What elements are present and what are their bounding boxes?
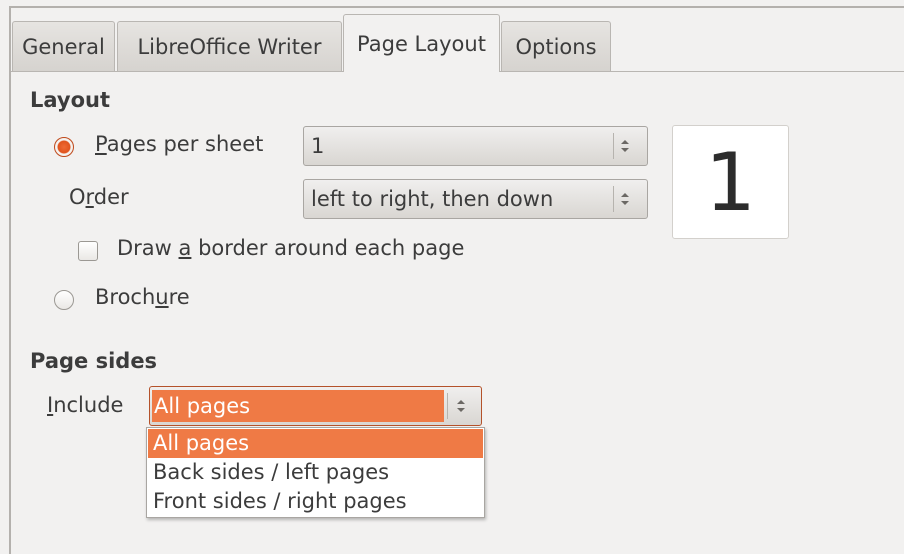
tab-label: Options <box>515 34 597 59</box>
order-select[interactable]: left to right, then down <box>303 179 648 219</box>
window-frame-left <box>9 6 11 554</box>
tab-label: LibreOffice Writer <box>137 34 322 59</box>
layout-section-title: Layout <box>30 88 111 112</box>
order-value: left to right, then down <box>311 187 554 211</box>
select-separator <box>447 393 448 419</box>
brochure-radio[interactable] <box>54 290 74 310</box>
tab-options[interactable]: Options <box>501 21 611 71</box>
pages-per-sheet-select[interactable]: 1 <box>303 126 648 166</box>
include-select[interactable]: All pages <box>149 386 482 426</box>
include-dropdown-list[interactable]: All pages Back sides / left pages Front … <box>146 427 485 518</box>
tab-label: Page Layout <box>357 31 486 56</box>
brochure-label[interactable]: Brochure <box>95 285 190 309</box>
window-frame-top <box>9 6 904 8</box>
order-label: Order <box>69 185 129 209</box>
include-label: Include <box>47 393 124 417</box>
spin-arrows-icon <box>453 393 469 419</box>
pages-per-sheet-label[interactable]: Pages per sheet <box>95 132 263 156</box>
spin-arrows-icon <box>617 186 633 212</box>
include-selected-value: All pages <box>152 390 444 422</box>
draw-border-label[interactable]: Draw a border around each page <box>117 236 464 260</box>
draw-border-checkbox[interactable] <box>78 241 98 261</box>
pages-per-sheet-radio[interactable] <box>54 137 74 157</box>
tab-libreoffice-writer[interactable]: LibreOffice Writer <box>117 21 342 71</box>
tab-page-layout[interactable]: Page Layout <box>343 14 500 72</box>
page-sides-section-title: Page sides <box>30 349 158 373</box>
tab-label: General <box>22 34 105 59</box>
select-separator <box>613 186 614 212</box>
spin-arrows-icon <box>617 133 633 159</box>
pages-per-sheet-value: 1 <box>311 134 325 158</box>
select-separator <box>613 133 614 159</box>
preview-number: 1 <box>705 135 756 229</box>
dropdown-option-back-sides[interactable]: Back sides / left pages <box>148 458 483 487</box>
tab-general[interactable]: General <box>12 21 115 71</box>
dropdown-option-all-pages[interactable]: All pages <box>148 429 483 458</box>
pages-preview: 1 <box>672 125 789 239</box>
dropdown-option-front-sides[interactable]: Front sides / right pages <box>148 487 483 516</box>
